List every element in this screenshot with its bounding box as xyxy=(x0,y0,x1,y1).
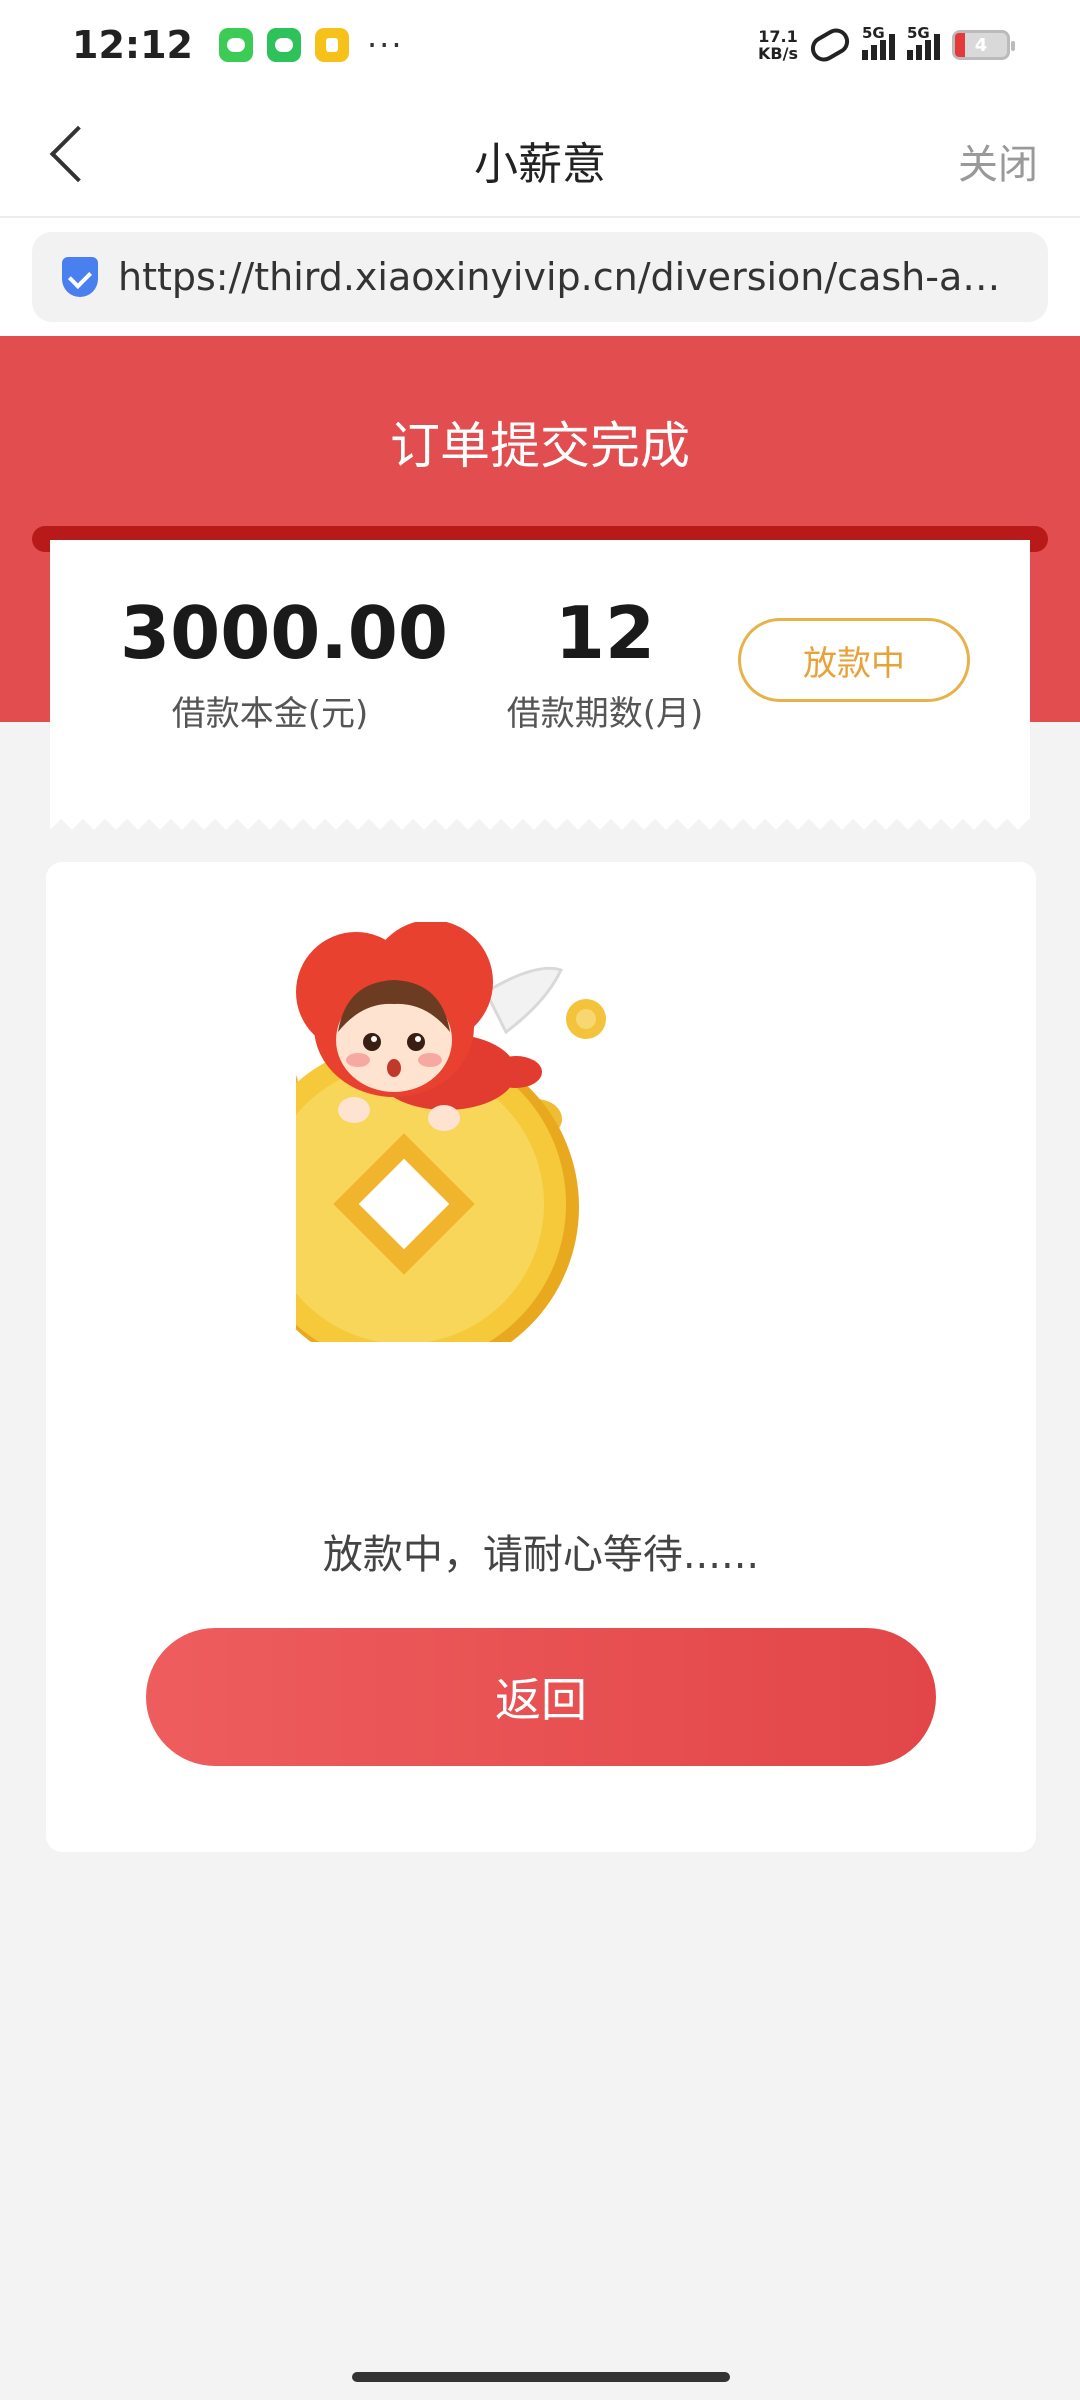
signal-icon: 5G xyxy=(862,24,895,60)
signal-icon-2: 5G xyxy=(907,24,940,60)
status-time: 12:12 xyxy=(72,23,193,67)
hotspot-link-icon xyxy=(806,23,854,67)
loan-amount: 3000.00 借款本金(元) xyxy=(120,590,448,735)
url-text: https://third.xiaoxinyivip.cn/diversion/… xyxy=(118,255,1018,299)
waiting-message: 放款中，请耐心等待...... xyxy=(322,1532,760,1578)
loan-summary-card: 3000.00 借款本金(元) 12 借款期数(月) 放款中 xyxy=(50,540,1030,808)
page-title: 小薪意 xyxy=(474,139,606,190)
loan-term-value: 12 xyxy=(554,591,656,675)
wechat-icon xyxy=(266,28,301,62)
receipt-zigzag-edge xyxy=(50,808,1030,830)
battery-icon: 4 xyxy=(952,30,1015,60)
loan-amount-label: 借款本金(元) xyxy=(171,694,369,734)
header-title: 订单提交完成 xyxy=(390,417,690,475)
status-bar: 12:12 ··· 17.1 KB/s 5G 5G 4 xyxy=(0,0,1080,90)
secure-shield-icon xyxy=(62,257,98,297)
messages-icon xyxy=(218,28,253,62)
navigation-bar: 小薪意 关闭 xyxy=(0,90,1080,218)
url-bar[interactable]: https://third.xiaoxinyivip.cn/diversion/… xyxy=(32,232,1048,322)
url-bar-container: https://third.xiaoxinyivip.cn/diversion/… xyxy=(0,218,1080,336)
loan-amount-value: 3000.00 xyxy=(120,591,448,675)
status-card: 放款中，请耐心等待...... 返回 xyxy=(46,862,1036,1852)
home-indicator[interactable] xyxy=(352,2372,730,2382)
network-speed: 17.1 KB/s xyxy=(758,27,798,63)
close-button[interactable]: 关闭 xyxy=(958,132,1038,190)
cupid-coin-illustration xyxy=(296,922,606,1342)
return-button[interactable]: 返回 xyxy=(146,1628,936,1766)
loan-term-label: 借款期数(月) xyxy=(506,694,704,734)
loan-term: 12 借款期数(月) xyxy=(450,590,760,735)
status-badge: 放款中 xyxy=(738,618,970,702)
app-notification-icon xyxy=(314,28,349,62)
more-notifications-icon: ··· xyxy=(366,26,404,64)
